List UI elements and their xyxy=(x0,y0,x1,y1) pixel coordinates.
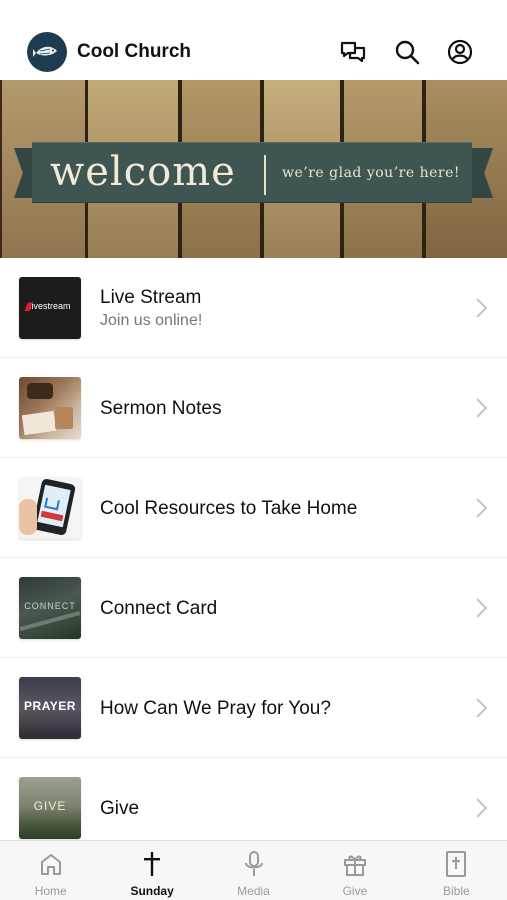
list-item-title: Cool Resources to Take Home xyxy=(100,498,358,519)
bottom-tab-bar: Home Sunday Media Give Bible xyxy=(0,840,507,900)
chevron-right-icon xyxy=(476,398,488,418)
give-photo: GIVE xyxy=(19,777,81,839)
bible-icon xyxy=(442,850,470,878)
microphone-icon xyxy=(240,850,268,878)
gift-icon xyxy=(341,850,369,878)
list-item-prayer[interactable]: PRAYER How Can We Pray for You? xyxy=(0,658,507,758)
tab-media[interactable]: Media xyxy=(203,841,304,900)
list-item-title: How Can We Pray for You? xyxy=(100,698,331,719)
notes-photo xyxy=(19,377,81,439)
tab-home[interactable]: Home xyxy=(0,841,101,900)
livestream-logo: livestream xyxy=(19,277,81,339)
list-item-sermon-notes[interactable]: Sermon Notes xyxy=(0,358,507,458)
chevron-right-icon xyxy=(476,698,488,718)
welcome-banner: welcome we’re glad you’re here! xyxy=(0,80,507,258)
welcome-tagline: we’re glad you’re here! xyxy=(282,165,460,181)
welcome-ribbon: welcome we’re glad you’re here! xyxy=(32,142,472,203)
list-item-connect-card[interactable]: CONNECT Connect Card xyxy=(0,558,507,658)
tab-bible[interactable]: Bible xyxy=(406,841,507,900)
list-item-live-stream[interactable]: livestream Live Stream Join us online! xyxy=(0,258,507,358)
content-list: livestream Live Stream Join us online! S… xyxy=(0,258,507,840)
list-item-resources[interactable]: Cool Resources to Take Home xyxy=(0,458,507,558)
list-item-title: Sermon Notes xyxy=(100,398,222,419)
app-title: Cool Church xyxy=(77,41,191,62)
chat-icon[interactable] xyxy=(339,38,367,66)
list-item-give[interactable]: GIVE Give xyxy=(0,758,507,840)
chevron-right-icon xyxy=(476,498,488,518)
fish-logo-icon xyxy=(33,46,57,57)
church-logo[interactable] xyxy=(27,32,67,72)
prayer-photo: PRAYER xyxy=(19,677,81,739)
cross-icon xyxy=(138,850,166,878)
tab-give[interactable]: Give xyxy=(304,841,405,900)
chevron-right-icon xyxy=(476,298,488,318)
connect-photo: CONNECT xyxy=(19,577,81,639)
tab-sunday[interactable]: Sunday xyxy=(101,841,202,900)
list-item-title: Live Stream xyxy=(100,287,202,308)
chevron-right-icon xyxy=(476,598,488,618)
list-item-title: Give xyxy=(100,798,140,819)
app-header: Cool Church xyxy=(0,0,507,80)
home-icon xyxy=(37,850,65,878)
account-icon[interactable] xyxy=(446,38,474,66)
phone-cart-photo xyxy=(19,477,81,539)
list-item-title: Connect Card xyxy=(100,598,218,619)
ribbon-divider xyxy=(264,155,266,195)
chevron-right-icon xyxy=(476,798,488,818)
search-icon[interactable] xyxy=(393,38,421,66)
welcome-text: welcome xyxy=(50,149,236,195)
list-item-subtitle: Join us online! xyxy=(100,312,203,329)
